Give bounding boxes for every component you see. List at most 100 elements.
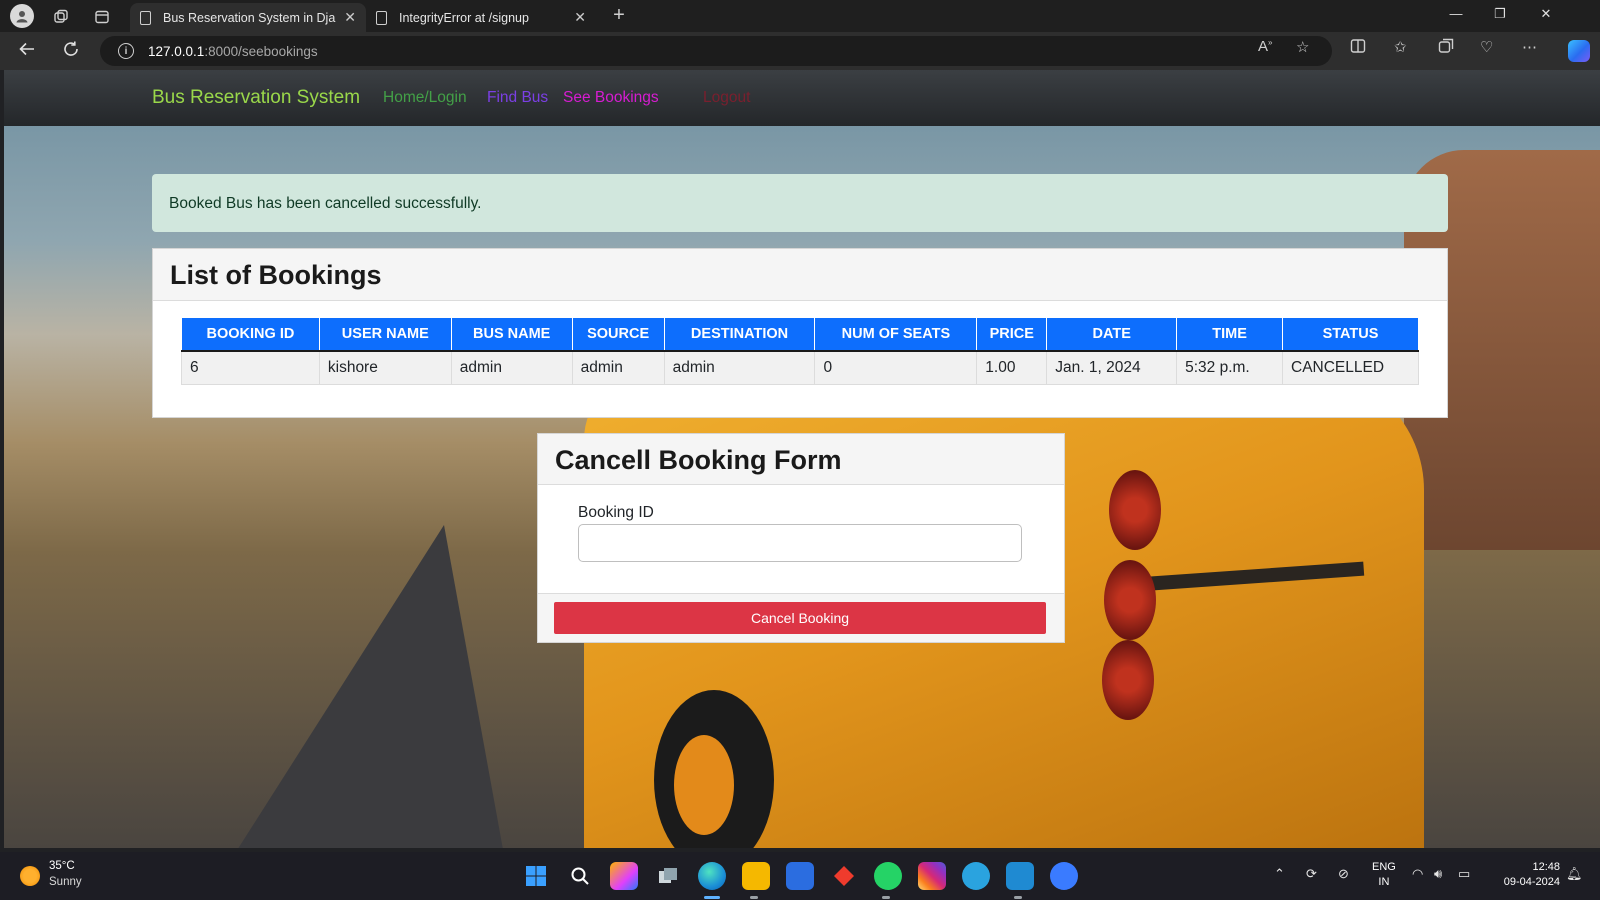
notification-bell-icon[interactable]: 🔔︎ <box>1566 866 1583 882</box>
clock-time: 12:48 <box>1532 861 1560 873</box>
app-indicator <box>750 896 758 899</box>
restore-icon[interactable]: ❐ <box>1488 6 1512 22</box>
column-header: PRICE <box>976 317 1048 352</box>
sun-icon[interactable] <box>20 866 40 886</box>
file-explorer-icon[interactable] <box>742 862 770 890</box>
nav-home-login[interactable]: Home/Login <box>383 89 467 107</box>
background-bus-light <box>1109 470 1161 550</box>
cell-user-name: kishore <box>318 350 452 385</box>
collections-icon[interactable] <box>1438 38 1454 58</box>
nav-see-bookings[interactable]: See Bookings <box>563 89 659 107</box>
vscode-icon[interactable] <box>1006 862 1034 890</box>
column-header: DATE <box>1046 317 1178 352</box>
cell-num-seats: 0 <box>814 350 978 385</box>
profile-icon[interactable] <box>10 4 34 28</box>
sync-icon[interactable]: ⟳ <box>1306 866 1317 882</box>
copilot-app-icon[interactable] <box>610 862 638 890</box>
clock-date: 09-04-2024 <box>1503 876 1560 888</box>
bookings-title: List of Bookings <box>153 249 1447 301</box>
minimize-icon[interactable]: — <box>1444 6 1468 21</box>
url-host: 127.0.0.1 <box>148 43 205 59</box>
tab-title: Bus Reservation System in Djang <box>163 10 337 25</box>
volume-icon[interactable]: 🔊︎ <box>1434 866 1442 882</box>
cancel-booking-card: Cancell Booking Form Booking ID Cancel B… <box>537 433 1065 643</box>
split-screen-icon[interactable] <box>1350 38 1366 58</box>
new-tab-icon[interactable]: + <box>608 4 630 26</box>
tab-title: IntegrityError at /signup <box>399 10 529 25</box>
column-header: USER NAME <box>318 317 452 352</box>
column-header: NUM OF SEATS <box>814 317 978 352</box>
weather-temperature[interactable]: 35°C <box>49 860 75 872</box>
tab-integrity-error[interactable]: IntegrityError at /signup ✕ <box>366 3 596 32</box>
background-bus-light <box>1102 640 1154 720</box>
task-view-icon[interactable] <box>654 862 682 890</box>
workspaces-icon[interactable] <box>50 6 72 28</box>
tab-actions-icon[interactable] <box>91 6 113 28</box>
booking-id-input[interactable] <box>578 524 1022 562</box>
app-indicator <box>882 896 890 899</box>
browser-essentials-icon[interactable]: ♡ <box>1480 38 1493 56</box>
bookings-table: BOOKING ID USER NAME BUS NAME SOURCE DES… <box>181 317 1419 385</box>
instagram-icon[interactable] <box>918 862 946 890</box>
column-header: STATUS <box>1282 317 1419 352</box>
column-header: DESTINATION <box>663 317 816 352</box>
favorites-icon[interactable]: ✩ <box>1394 38 1407 56</box>
close-tab-icon[interactable]: ✕ <box>344 9 356 26</box>
site-navbar: Bus Reservation System Home/Login Find B… <box>4 70 1600 126</box>
read-aloud-icon[interactable]: A» <box>1258 38 1272 55</box>
cell-booking-id: 6 <box>181 350 320 385</box>
nav-logout[interactable]: Logout <box>703 89 750 107</box>
tab-bus-reservation[interactable]: Bus Reservation System in Djang ✕ <box>130 3 366 32</box>
url-bar[interactable]: i 127.0.0.1:8000/seebookings <box>100 36 1332 66</box>
network-off-icon[interactable]: ⊘ <box>1338 866 1349 882</box>
cell-price: 1.00 <box>976 350 1048 385</box>
favorite-star-icon[interactable]: ☆ <box>1296 38 1309 56</box>
active-app-indicator <box>704 896 720 899</box>
more-menu-icon[interactable]: ⋯ <box>1522 38 1537 56</box>
browser-tab-bar: Bus Reservation System in Djang ✕ Integr… <box>0 0 1600 32</box>
microsoft-store-icon[interactable] <box>786 862 814 890</box>
cancel-form-footer: Cancel Booking <box>538 593 1064 642</box>
cell-status: CANCELLED <box>1282 350 1419 385</box>
wifi-icon[interactable]: ◠ <box>1412 866 1423 882</box>
cancel-booking-button[interactable]: Cancel Booking <box>554 602 1046 634</box>
windows-start-icon[interactable] <box>522 862 550 890</box>
close-tab-icon[interactable]: ✕ <box>574 9 586 26</box>
battery-icon[interactable]: ▭ <box>1458 866 1470 882</box>
region-code: IN <box>1378 876 1390 888</box>
site-info-icon[interactable]: i <box>118 43 134 59</box>
column-header: SOURCE <box>571 317 665 352</box>
whatsapp-icon[interactable] <box>874 862 902 890</box>
cell-source: admin <box>571 350 665 385</box>
cancel-form-title: Cancell Booking Form <box>538 434 1064 485</box>
back-icon[interactable] <box>16 40 38 63</box>
column-header: TIME <box>1176 317 1283 352</box>
background-bus-light <box>1104 560 1156 640</box>
nav-find-bus[interactable]: Find Bus <box>487 89 548 107</box>
edge-browser-icon[interactable] <box>698 862 726 890</box>
refresh-icon[interactable] <box>60 40 82 63</box>
url-path: :8000/seebookings <box>204 43 318 59</box>
table-row: 6 kishore admin admin admin 0 1.00 Jan. … <box>181 350 1419 385</box>
cell-date: Jan. 1, 2024 <box>1046 350 1178 385</box>
search-icon[interactable] <box>566 862 594 890</box>
column-header: BOOKING ID <box>181 317 320 352</box>
language-indicator[interactable]: ENG IN <box>1372 860 1396 890</box>
page-icon <box>376 10 387 25</box>
page-icon <box>140 10 151 25</box>
cell-destination: admin <box>663 350 816 385</box>
telegram-icon[interactable] <box>962 862 990 890</box>
booking-id-label: Booking ID <box>578 504 654 521</box>
weather-condition[interactable]: Sunny <box>49 876 82 888</box>
system-clock[interactable]: 12:48 09-04-2024 <box>1488 860 1560 890</box>
show-hidden-icons-icon[interactable]: ⌃ <box>1274 866 1285 882</box>
app-store-icon[interactable] <box>1050 862 1078 890</box>
brand-link[interactable]: Bus Reservation System <box>152 87 360 109</box>
anydesk-icon[interactable] <box>830 862 858 890</box>
copilot-icon[interactable] <box>1568 40 1590 62</box>
table-header-row: BOOKING ID USER NAME BUS NAME SOURCE DES… <box>181 317 1419 352</box>
app-indicator <box>1014 896 1022 899</box>
window-close-icon[interactable]: ✕ <box>1534 6 1558 22</box>
success-alert: Booked Bus has been cancelled successful… <box>152 174 1448 232</box>
cell-bus-name: admin <box>450 350 573 385</box>
